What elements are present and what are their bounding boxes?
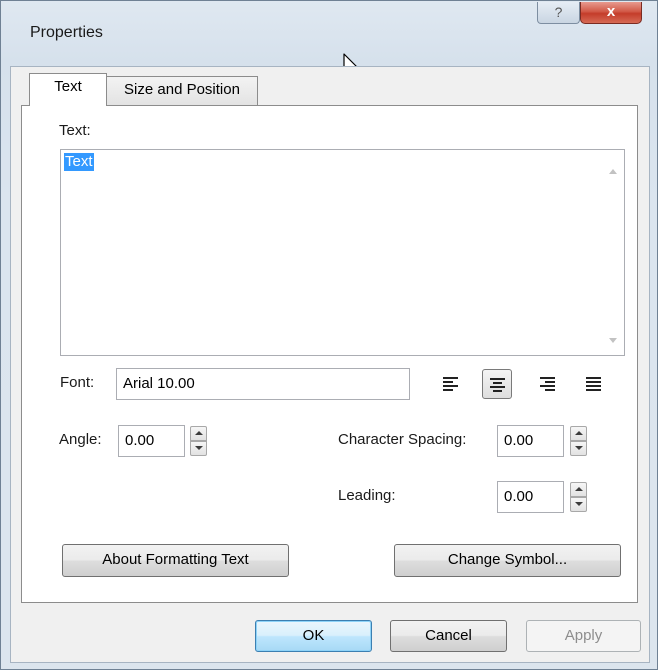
align-left-button[interactable] (436, 369, 466, 399)
character-spacing-spin-up-icon[interactable] (570, 426, 587, 441)
angle-field[interactable]: 0.00 (118, 425, 185, 457)
character-spacing-spinner[interactable] (570, 426, 587, 456)
scroll-down-icon[interactable] (609, 338, 617, 343)
help-button[interactable]: ? (537, 2, 580, 24)
angle-label: Angle: (59, 431, 102, 448)
about-formatting-text-button[interactable]: About Formatting Text (62, 544, 289, 577)
cancel-button[interactable]: Cancel (390, 620, 507, 652)
scroll-up-icon[interactable] (609, 169, 617, 174)
align-right-icon (540, 377, 555, 391)
vertical-scrollbar[interactable] (604, 150, 624, 355)
font-field[interactable]: Arial 10.00 (116, 368, 410, 400)
leading-spin-down-icon[interactable] (570, 497, 587, 512)
character-spacing-field[interactable]: 0.00 (497, 425, 564, 457)
angle-spin-down-icon[interactable] (190, 441, 207, 456)
text-label: Text: (59, 122, 91, 139)
close-button[interactable]: x (580, 2, 642, 24)
leading-field[interactable]: 0.00 (497, 481, 564, 513)
font-label: Font: (60, 374, 95, 391)
character-spacing-label: Character Spacing: (338, 431, 467, 448)
properties-dialog: Properties ? x Text Size and Position Te… (0, 0, 658, 670)
align-left-icon (443, 377, 458, 391)
character-spacing-spin-down-icon[interactable] (570, 441, 587, 456)
ok-button[interactable]: OK (255, 620, 372, 652)
angle-spinner[interactable] (190, 426, 207, 456)
angle-spin-up-icon[interactable] (190, 426, 207, 441)
align-center-button[interactable] (482, 369, 512, 399)
tab-size-and-position[interactable]: Size and Position (107, 76, 258, 105)
text-input-area[interactable]: Text (60, 149, 625, 356)
tab-text[interactable]: Text (29, 73, 107, 106)
apply-button[interactable]: Apply (526, 620, 641, 652)
align-right-button[interactable] (533, 369, 563, 399)
leading-spinner[interactable] (570, 482, 587, 512)
align-justify-button[interactable] (579, 369, 609, 399)
change-symbol-button[interactable]: Change Symbol... (394, 544, 621, 577)
align-center-icon (490, 378, 505, 392)
leading-spin-up-icon[interactable] (570, 482, 587, 497)
align-justify-icon (586, 377, 601, 391)
leading-label: Leading: (338, 487, 396, 504)
window-title: Properties (30, 24, 103, 41)
selected-text: Text (64, 153, 94, 171)
title-bar[interactable]: Properties ? x (1, 1, 657, 61)
